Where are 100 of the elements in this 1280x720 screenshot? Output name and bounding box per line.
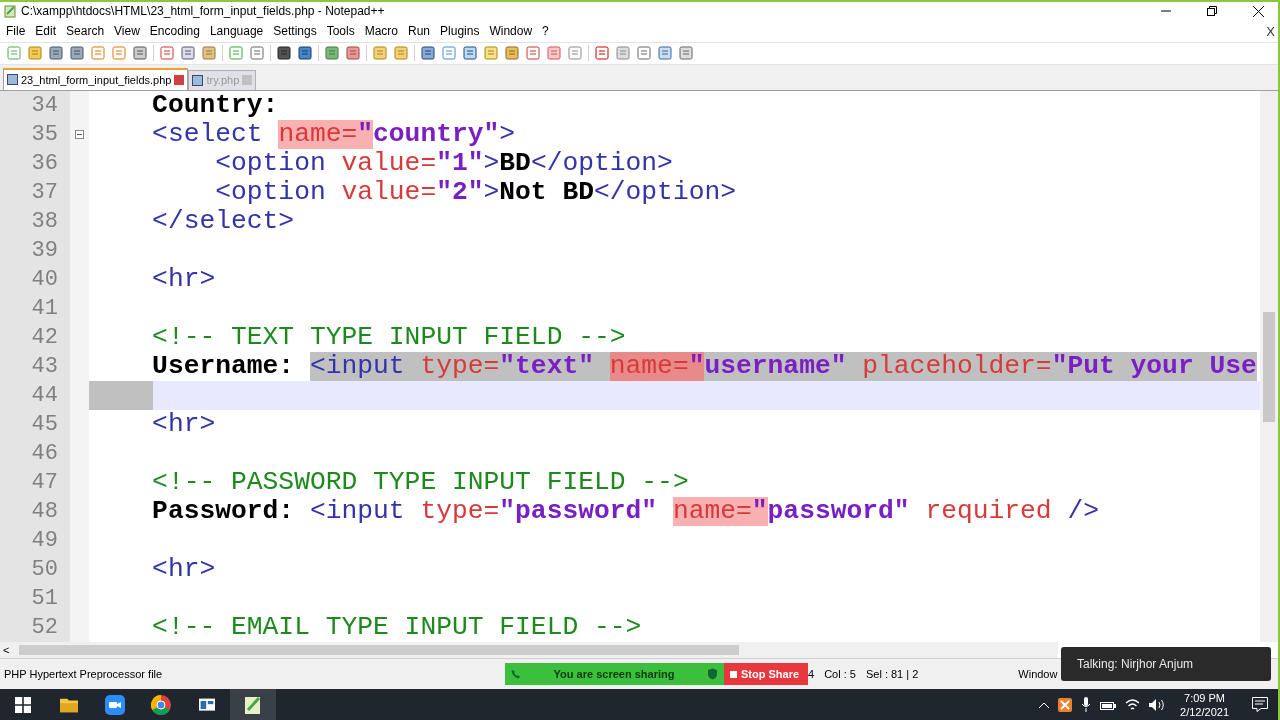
code-token: <option (214, 177, 326, 207)
code-token: > (483, 177, 500, 207)
code-token: name= (278, 119, 358, 149)
scrollbar-thumb[interactable] (1263, 311, 1275, 422)
file-icon (192, 74, 204, 86)
shield-icon (707, 668, 718, 680)
menu-item[interactable]: Language (205, 22, 268, 41)
line-number: 35 (0, 119, 70, 149)
code-token: </option> (530, 148, 673, 178)
fold-margin[interactable] (70, 90, 89, 120)
tab-label: try.php (206, 73, 240, 89)
code-token: BD (499, 148, 531, 178)
code-token: > (499, 119, 516, 149)
window-icon[interactable] (197, 696, 217, 713)
notepad-icon (3, 4, 17, 19)
code-token: username" (704, 351, 847, 381)
share-message: You are screen sharing (553, 666, 675, 682)
code-token: <!-- EMAIL TYPE INPUT FIELD --> (151, 612, 642, 642)
microphone-icon[interactable] (1081, 697, 1092, 712)
menu-item[interactable]: Edit (31, 22, 61, 41)
menu-item[interactable]: ? (538, 22, 553, 41)
line-number: 49 (0, 525, 70, 555)
status-field: Sel : 81 | 2 (865, 665, 919, 683)
line-number: 39 (0, 235, 70, 265)
code-token: <hr> (151, 554, 216, 584)
browser-icon[interactable] (151, 694, 171, 715)
scrollbar-thumb[interactable] (19, 645, 740, 656)
code-token: placeholder= (846, 351, 1052, 381)
code-token: name= (672, 496, 752, 526)
code-token: <select (151, 119, 264, 149)
line-number: 40 (0, 264, 70, 294)
code-token: name= (609, 351, 689, 381)
phone-icon (511, 669, 521, 679)
code-token: <hr> (151, 264, 216, 294)
code-token: Not BD (499, 177, 594, 207)
file-icon (7, 74, 18, 86)
line-number: 44 (0, 380, 70, 410)
line-number: 36 (0, 148, 70, 178)
menu-item[interactable]: Macro (360, 22, 402, 41)
code-token: <!-- TEXT TYPE INPUT FIELD --> (151, 322, 626, 352)
notification-icon[interactable] (1252, 697, 1268, 712)
line-number: 38 (0, 206, 70, 236)
code-token: "password" (499, 496, 659, 526)
code-token: <hr> (151, 409, 216, 439)
speaker-icon[interactable] (1149, 697, 1166, 712)
menu-item[interactable]: Run (404, 22, 435, 41)
scroll-left-button[interactable]: < (3, 644, 10, 656)
code-token: > (483, 148, 500, 178)
code-token: "2" (436, 177, 484, 207)
restore-icon[interactable] (1207, 6, 1217, 17)
code-token: password" (767, 496, 910, 526)
code-token: value= (340, 148, 437, 178)
code-token: type= (419, 496, 500, 526)
line-number: 46 (0, 438, 70, 468)
windows-start-icon[interactable] (15, 696, 31, 713)
fold-icon[interactable] (75, 129, 84, 139)
code-token: type= (404, 351, 500, 381)
horizontal-scrollbar[interactable]: < (0, 642, 1058, 659)
menu-item[interactable]: Search (62, 22, 109, 41)
app-tray-icon[interactable] (1058, 697, 1073, 712)
menu-item[interactable]: Tools (322, 22, 359, 41)
line-number: 51 (0, 583, 70, 613)
close-document-button[interactable]: X (1266, 21, 1275, 42)
menu-item[interactable]: View (110, 22, 144, 41)
code-token: <option (214, 148, 326, 178)
code-token: "text" (499, 351, 610, 381)
status-field: Window (1018, 665, 1058, 683)
code-token: Country: (151, 90, 279, 120)
line-number: 45 (0, 409, 70, 439)
tab-label: 23_html_form_input_fields.php (21, 72, 172, 88)
line-number: 52 (0, 612, 70, 642)
line-number: 37 (0, 177, 70, 207)
code-token: "Put your Use (1051, 351, 1257, 381)
caret-up-icon[interactable] (1039, 701, 1050, 708)
menu-item[interactable]: File (2, 22, 30, 41)
line-number: 47 (0, 467, 70, 497)
menu-item[interactable]: Settings (269, 22, 321, 41)
menu-item[interactable]: Plugins (436, 22, 484, 41)
line-number: 42 (0, 322, 70, 352)
wifi-icon[interactable] (1125, 698, 1141, 711)
menu-item[interactable]: Encoding (145, 22, 204, 41)
close-icon[interactable] (1253, 6, 1264, 17)
status-field: 4 (808, 665, 815, 683)
line-number: 34 (0, 90, 70, 120)
video-camera-icon[interactable] (105, 694, 125, 715)
code-token: Password: (151, 496, 296, 526)
file-type-label: PHP Hypertext Preprocessor file (4, 666, 163, 682)
talking-indicator: Talking: Nirjhor Anjum (1077, 656, 1194, 673)
clock-date[interactable]: 2/12/2021 (1180, 704, 1229, 719)
clock-time[interactable]: 7:09 PM (1184, 690, 1225, 705)
code-token: <input (309, 351, 405, 381)
code-token: </select> (151, 206, 295, 236)
file-tab[interactable]: 23_html_form_input_fields.php (3, 67, 189, 90)
code-token: Username: (151, 351, 296, 381)
menu-item[interactable]: Window (485, 22, 537, 41)
stop-share-button[interactable]: Stop Share (724, 663, 808, 685)
status-field: Col : 5 (824, 665, 856, 683)
notepad-icon[interactable] (243, 694, 263, 715)
battery-icon[interactable] (1100, 699, 1117, 710)
vertical-scrollbar[interactable] (1260, 90, 1278, 643)
